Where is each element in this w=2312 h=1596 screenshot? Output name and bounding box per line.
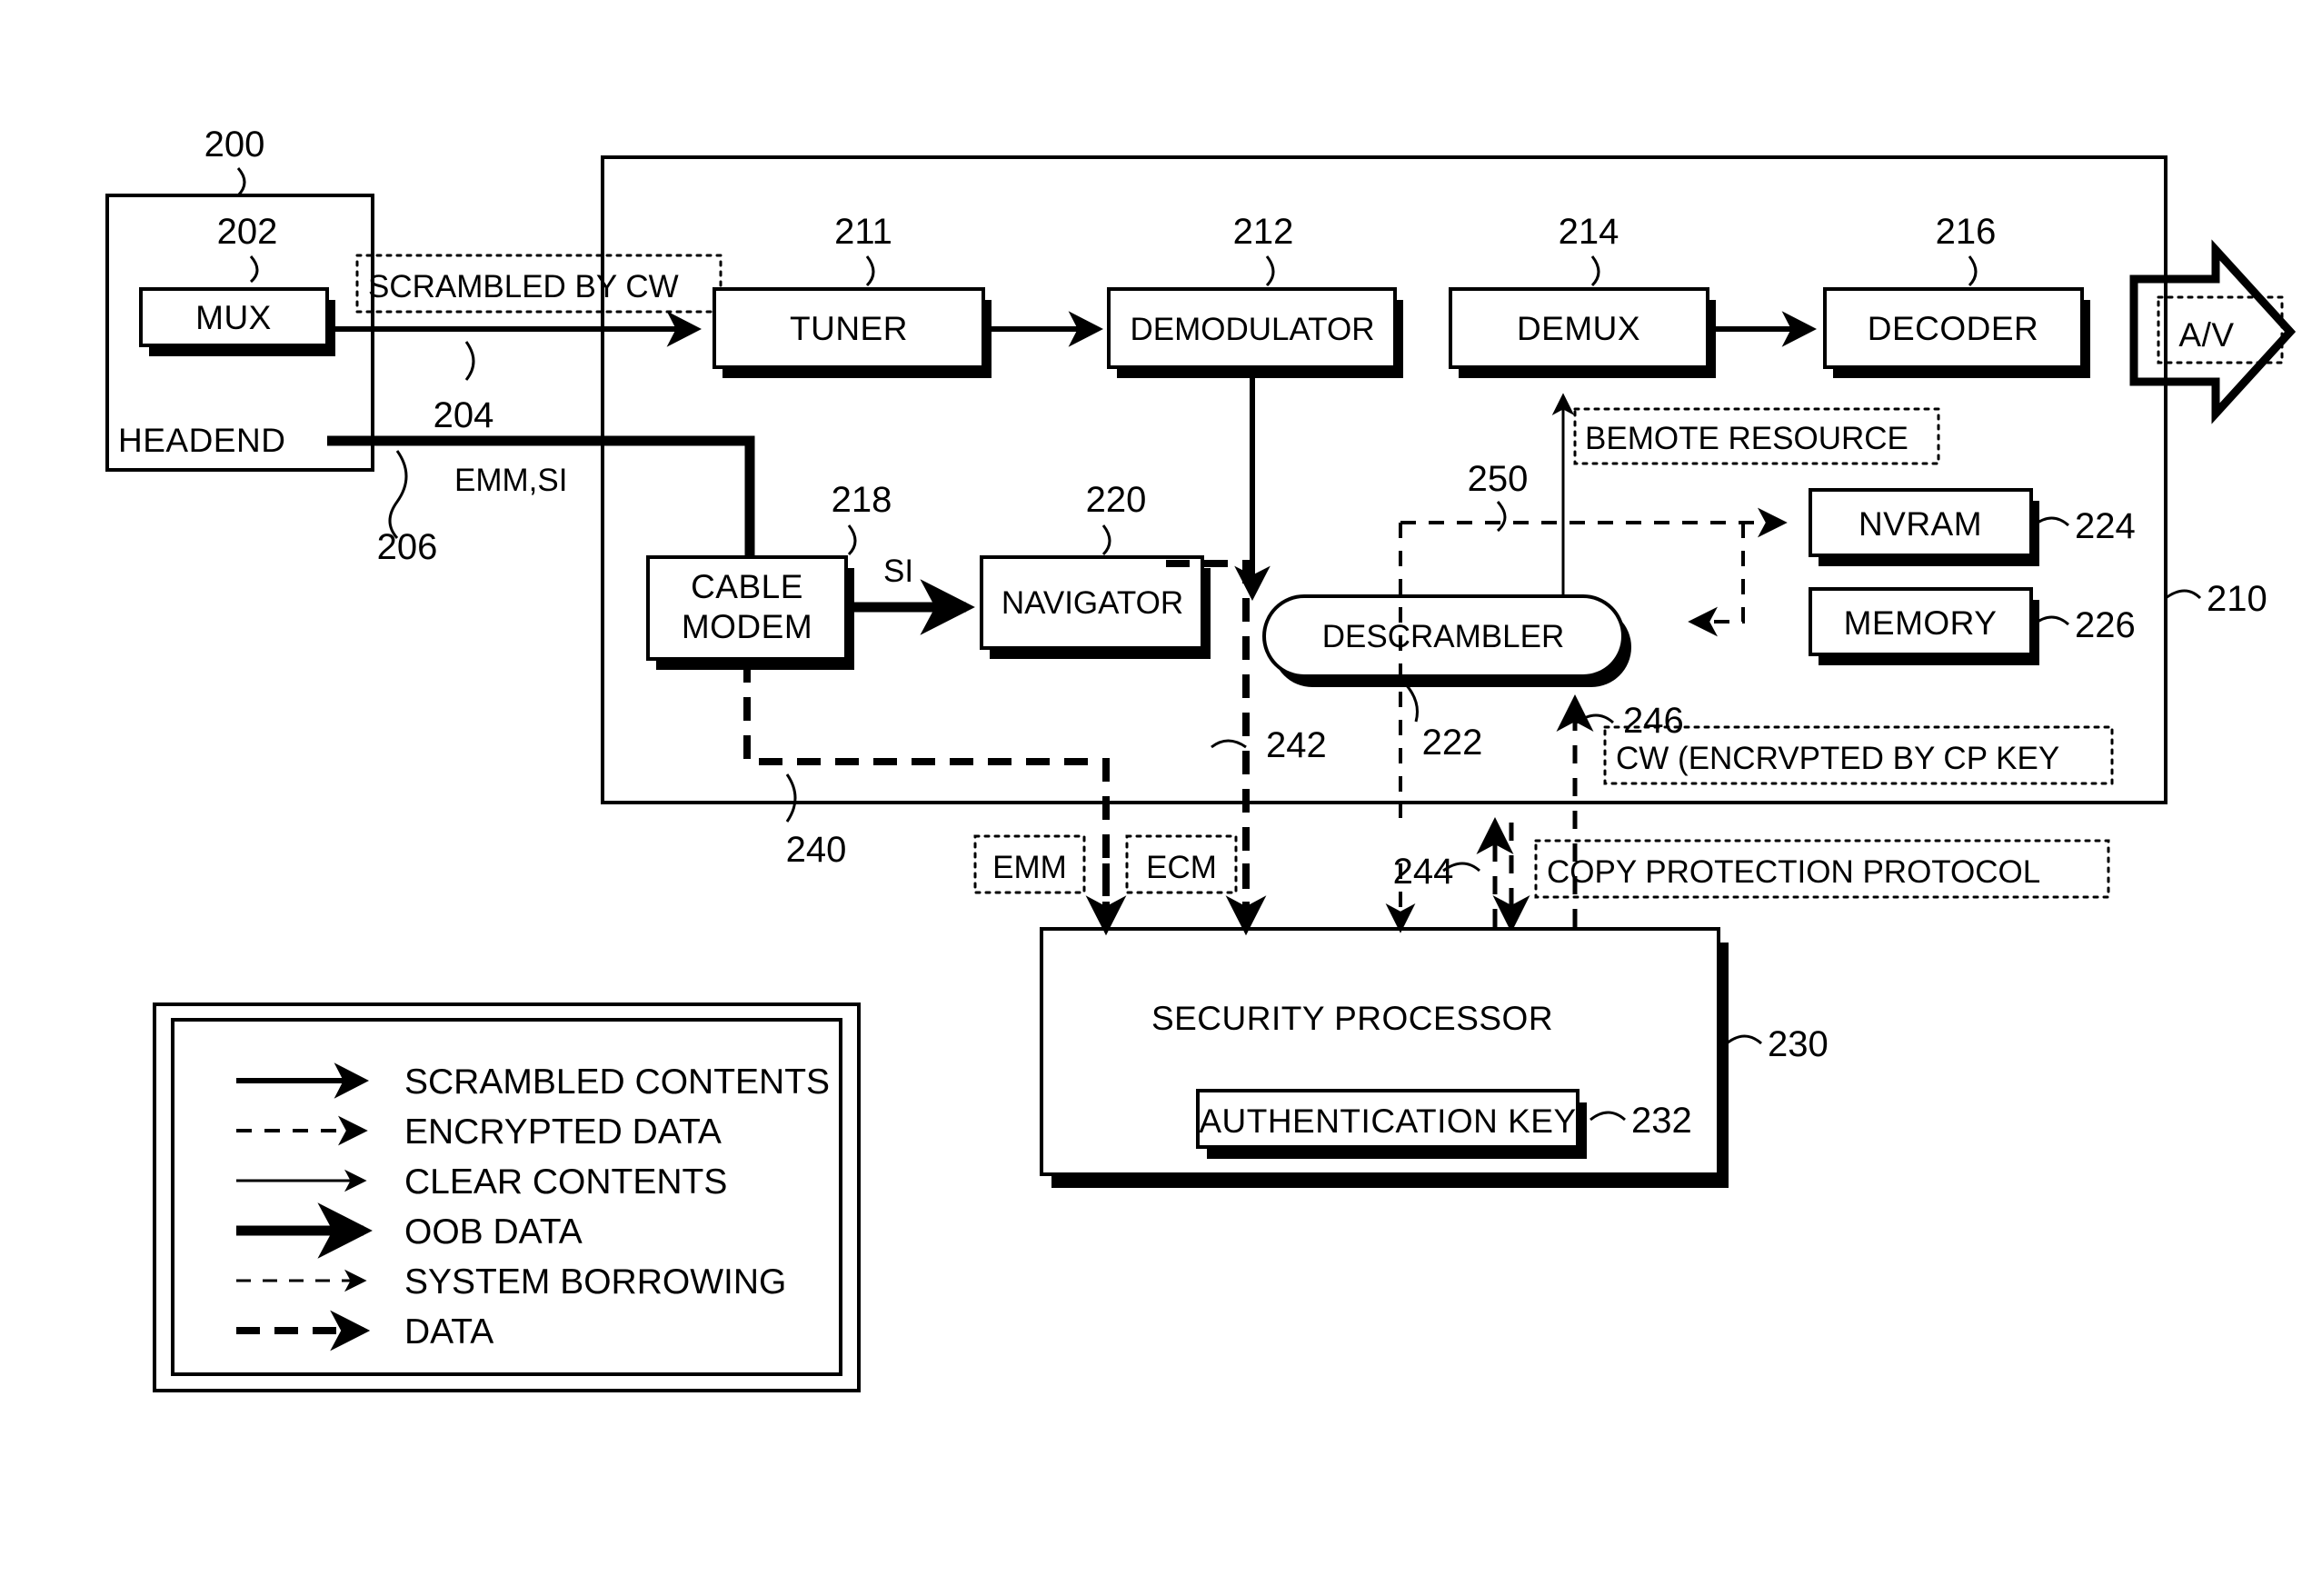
emm-si-label: EMM,SI [454, 463, 567, 498]
emm-data-path [743, 659, 1110, 927]
svg-text:204: 204 [434, 395, 494, 435]
svg-text:230: 230 [1768, 1024, 1829, 1064]
ref-250: 250 [1468, 459, 1529, 533]
svg-text:220: 220 [1086, 480, 1147, 520]
legend-label-clear: CLEAR CONTENTS [404, 1162, 727, 1202]
ref-200: 200 [204, 125, 265, 197]
figure-canvas: HEADEND 200 MUX 202 210 SCRAMBLED BY CW … [0, 0, 2312, 1596]
svg-text:250: 250 [1468, 459, 1529, 499]
security-processor-block: SECURITY PROCESSOR AUTHENTICATION KEY [1040, 927, 1729, 1188]
descrambler-label: DESCRAMBLER [1322, 619, 1564, 654]
av-output-arrow: A/V [2129, 239, 2297, 424]
mux-label: MUX [195, 299, 272, 336]
ref-244: 244 [1393, 852, 1480, 892]
tuner-block: TUNER [713, 287, 992, 378]
mux-block: MUX [139, 287, 335, 356]
ref-211: 211 [834, 212, 892, 287]
svg-text:232: 232 [1631, 1101, 1692, 1141]
ref-242: 242 [1211, 725, 1327, 765]
ref-226: 226 [2033, 605, 2136, 645]
svg-text:246: 246 [1623, 701, 1684, 741]
svg-text:BEMOTE RESOURCE: BEMOTE RESOURCE [1585, 421, 1908, 456]
svg-text:242: 242 [1266, 725, 1327, 765]
ref-206: 206 [377, 450, 438, 567]
av-label: A/V [2178, 316, 2234, 354]
demodulator-block: DEMODULATOR [1107, 287, 1403, 378]
nvram-block: NVRAM [1809, 488, 2039, 566]
cable-modem-label-1: CABLE [691, 568, 803, 605]
navigator-label: NAVIGATOR [1002, 585, 1183, 621]
legend-item-clear: CLEAR CONTENTS [236, 1162, 727, 1202]
legend-label-scrambled: SCRAMBLED CONTENTS [404, 1062, 830, 1102]
legend-box: SCRAMBLED CONTENTS ENCRYPTED DATA CLEAR … [153, 1002, 861, 1392]
ref-240: 240 [786, 773, 847, 870]
svg-text:200: 200 [204, 125, 265, 165]
svg-text:CW (ENCRVPTED BY CP KEY: CW (ENCRVPTED BY CP KEY [1616, 741, 2059, 776]
svg-text:214: 214 [1559, 212, 1619, 252]
svg-text:211: 211 [834, 212, 892, 252]
remote-resource-annotation: BEMOTE RESOURCE [1573, 407, 1940, 465]
svg-text:212: 212 [1233, 212, 1294, 252]
demux-block: DEMUX [1449, 287, 1716, 378]
ref-214: 214 [1559, 212, 1619, 287]
authentication-key-label: AUTHENTICATION KEY [1199, 1102, 1576, 1140]
decoder-label: DECODER [1868, 310, 2039, 347]
legend-item-borrowing: SYSTEM BORROWING [236, 1262, 786, 1302]
ref-224: 224 [2033, 506, 2136, 546]
emm-annotation: EMM [973, 834, 1086, 894]
ecm-annotation: ECM [1125, 834, 1238, 894]
cable-modem-block: CABLE MODEM [646, 555, 854, 670]
si-label: SI [883, 554, 913, 589]
legend-item-encrypted: ENCRYPTED DATA [236, 1112, 722, 1152]
svg-text:EMM: EMM [992, 850, 1067, 885]
security-processor-label: SECURITY PROCESSOR [1151, 1000, 1553, 1037]
legend-label-data: DATA [404, 1312, 493, 1352]
ref-218: 218 [832, 480, 892, 556]
nvram-label: NVRAM [1859, 505, 1982, 543]
svg-text:202: 202 [217, 212, 278, 252]
tuner-label: TUNER [790, 310, 908, 347]
ref-204: 204 [434, 341, 494, 435]
memory-label: MEMORY [1844, 604, 1998, 642]
headend-label: HEADEND [118, 422, 285, 459]
navigator-block: NAVIGATOR [980, 555, 1211, 659]
copy-protection-annotation: COPY PROTECTION PROTOCOL [1534, 839, 2110, 899]
svg-text:226: 226 [2075, 605, 2136, 645]
svg-text:224: 224 [2075, 506, 2136, 546]
svg-text:216: 216 [1936, 212, 1997, 252]
ref-210: 210 [2165, 579, 2267, 619]
cable-modem-label-2: MODEM [682, 608, 812, 645]
descrambler-block: DESCRAMBLER [1262, 594, 1631, 687]
copy-protection-path [1476, 817, 1530, 933]
legend-item-oob: OOB DATA [236, 1202, 583, 1259]
memory-block: MEMORY [1809, 587, 2039, 665]
ref-246: 246 [1576, 701, 1684, 741]
legend-item-data: DATA [236, 1310, 493, 1352]
ref-202: 202 [217, 212, 278, 284]
decoder-block: DECODER [1823, 287, 2090, 378]
scrambled-by-cw-annotation: SCRAMBLED BY CW [355, 254, 722, 314]
ref-216: 216 [1936, 212, 1997, 287]
svg-text:240: 240 [786, 830, 847, 870]
legend-label-borrowing: SYSTEM BORROWING [404, 1262, 786, 1302]
svg-text:206: 206 [377, 527, 438, 567]
demodulator-label: DEMODULATOR [1130, 312, 1374, 347]
ref-230: 230 [1726, 1024, 1829, 1064]
ref-212: 212 [1233, 212, 1294, 287]
legend-label-encrypted: ENCRYPTED DATA [404, 1112, 722, 1152]
svg-text:218: 218 [832, 480, 892, 520]
svg-text:ECM: ECM [1146, 850, 1217, 885]
legend-label-oob: OOB DATA [404, 1212, 583, 1252]
ref-220: 220 [1086, 480, 1147, 556]
svg-text:SCRAMBLED BY CW: SCRAMBLED BY CW [368, 269, 679, 304]
svg-text:210: 210 [2207, 579, 2267, 619]
svg-text:222: 222 [1422, 723, 1483, 763]
legend-item-scrambled: SCRAMBLED CONTENTS [236, 1062, 830, 1102]
demux-label: DEMUX [1517, 310, 1640, 347]
ref-222: 222 [1403, 682, 1483, 763]
svg-text:COPY PROTECTION PROTOCOL: COPY PROTECTION PROTOCOL [1547, 854, 2040, 890]
